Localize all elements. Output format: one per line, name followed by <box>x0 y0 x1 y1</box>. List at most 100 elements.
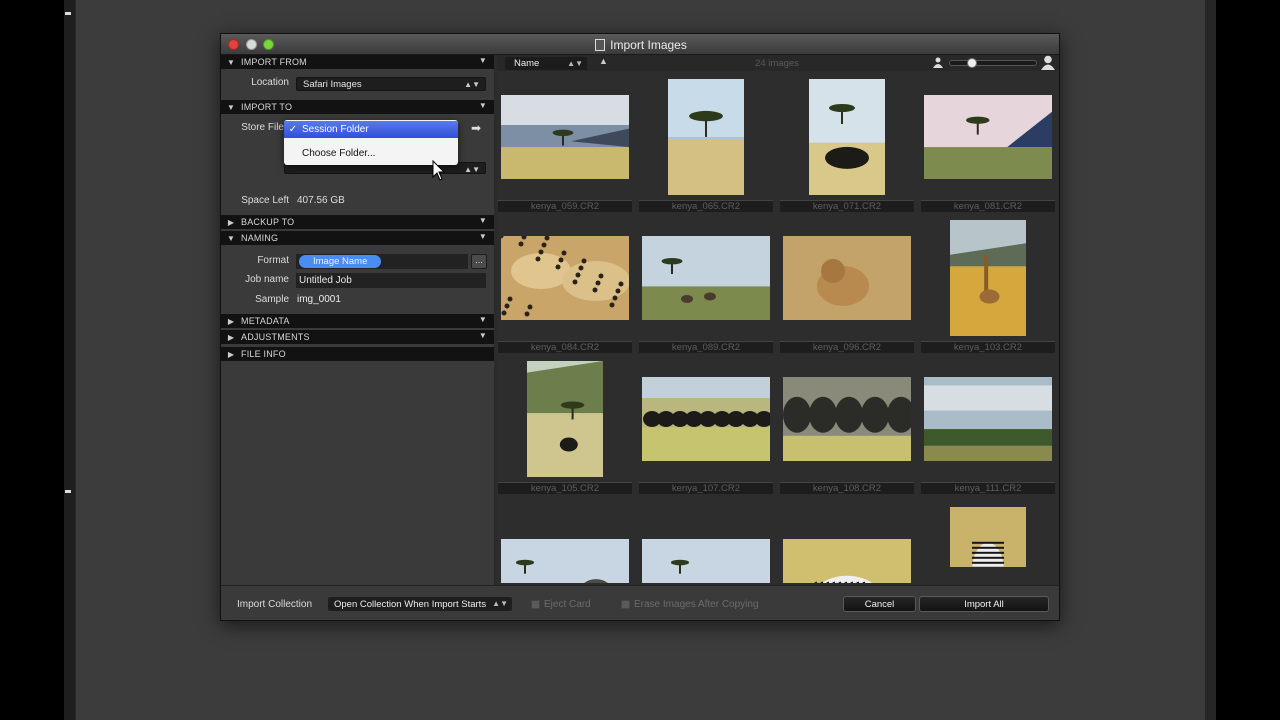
thumbnail-cell[interactable]: kenya_081.CR2 <box>920 74 1059 216</box>
thumbnail-cell[interactable]: kenya_059.CR2 <box>497 74 637 216</box>
photo-buffalo-tree <box>809 79 885 195</box>
format-label: Format <box>257 255 289 266</box>
section-file-info[interactable]: ▶ FILE INFO <box>221 347 494 361</box>
photo-acacia-tree <box>668 79 744 195</box>
photo-cheetahs <box>501 236 629 320</box>
background-app-edge <box>64 0 76 720</box>
image-thumbnail[interactable] <box>924 95 1052 179</box>
title-bar[interactable]: Import Images <box>221 34 1059 55</box>
section-menu-icon[interactable]: ▼ <box>479 331 487 340</box>
thumbnail-cell[interactable]: kenya_107.CR2 <box>638 356 778 498</box>
section-menu-icon[interactable]: ▼ <box>479 216 487 225</box>
format-field[interactable]: Image Name <box>296 254 468 269</box>
photo-zebra <box>783 539 911 583</box>
section-menu-icon[interactable]: ▼ <box>479 232 487 241</box>
image-thumbnail[interactable] <box>950 507 1026 567</box>
space-left-label: Space Left <box>241 195 289 206</box>
image-thumbnail[interactable] <box>809 79 885 195</box>
thumbnail-cell[interactable]: kenya_084.CR2 <box>497 215 637 357</box>
thumbnail-filename: kenya_096.CR2 <box>780 341 914 353</box>
image-thumbnail[interactable] <box>501 95 629 179</box>
thumbnail-filename: kenya_089.CR2 <box>639 341 773 353</box>
import-all-button[interactable]: Import All <box>919 596 1049 612</box>
image-thumbnail[interactable] <box>642 377 770 461</box>
thumbnail-cell[interactable]: kenya_071.CR2 <box>779 74 919 216</box>
image-thumbnail[interactable] <box>501 236 629 320</box>
import-settings-sidebar: ▼ IMPORT FROM ▼ Location Safari Images ▲… <box>221 55 494 585</box>
thumbnail-cell[interactable]: kenya_105.CR2 <box>497 356 637 498</box>
disclosure-closed-icon: ▶ <box>227 217 235 227</box>
left-black-bar <box>0 0 64 720</box>
section-menu-icon[interactable]: ▼ <box>479 101 487 110</box>
store-files-label: Store Files <box>241 122 289 133</box>
format-token-image-name[interactable]: Image Name <box>299 255 382 268</box>
background-app-edge-right <box>1205 0 1216 720</box>
image-thumbnail[interactable] <box>527 361 603 477</box>
disclosure-closed-icon: ▶ <box>227 349 235 359</box>
section-adjustments[interactable]: ▶ ADJUSTMENTS ▼ <box>221 330 494 344</box>
photo-giraffe <box>950 220 1026 336</box>
thumbnail-cell[interactable]: kenya_096.CR2 <box>779 215 919 357</box>
popup-arrows-icon: ▲▼ <box>567 59 583 68</box>
popup-arrows-icon: ▲▼ <box>464 165 480 174</box>
sample-value: img_0001 <box>297 294 341 305</box>
eject-card-checkbox[interactable] <box>531 600 540 609</box>
document-icon <box>595 38 606 51</box>
checkmark-icon: ✓ <box>288 124 298 135</box>
thumbnail-cell[interactable]: kenya_103.CR2 <box>920 215 1059 357</box>
thumbnail-filename: kenya_103.CR2 <box>921 341 1055 353</box>
photo-storm-landscape <box>501 95 629 179</box>
menu-item-session-folder[interactable]: ✓ Session Folder <box>284 121 458 138</box>
image-thumbnail[interactable] <box>783 539 911 583</box>
erase-images-checkbox[interactable] <box>621 600 630 609</box>
thumbnail-large-icon[interactable] <box>1041 55 1055 70</box>
section-naming[interactable]: ▼ NAMING ▼ <box>221 231 494 245</box>
popup-arrows-icon: ▲▼ <box>464 80 480 89</box>
window-title: Import Images <box>610 37 687 52</box>
photo-buffalo-herd <box>642 377 770 461</box>
photo-buffalo-closeup <box>783 377 911 461</box>
section-backup-to[interactable]: ▶ BACKUP TO ▼ <box>221 215 494 229</box>
image-thumbnail[interactable] <box>783 377 911 461</box>
thumbnail-size-slider[interactable] <box>949 58 1037 68</box>
import-images-window: Import Images ▼ IMPORT FROM ▼ Location S… <box>220 33 1060 621</box>
location-popup[interactable]: Safari Images ▲▼ <box>296 77 486 91</box>
section-import-to[interactable]: ▼ IMPORT TO ▼ <box>221 100 494 114</box>
image-thumbnail[interactable] <box>642 236 770 320</box>
thumbnail-filename: kenya_071.CR2 <box>780 200 914 212</box>
image-thumbnail[interactable] <box>501 539 629 583</box>
section-menu-icon[interactable]: ▼ <box>479 315 487 324</box>
image-thumbnail[interactable] <box>950 220 1026 336</box>
image-thumbnail[interactable] <box>642 539 770 583</box>
thumbnail-filename: kenya_111.CR2 <box>921 482 1055 494</box>
sort-ascending-icon[interactable]: ▲ <box>599 56 608 66</box>
popup-arrows-icon: ▲▼ <box>492 599 508 608</box>
slider-knob[interactable] <box>967 58 977 68</box>
thumbnail-cell[interactable]: kenya_065.CR2 <box>638 74 778 216</box>
arrow-right-icon[interactable]: ➡ <box>471 121 481 135</box>
edge-mark <box>65 12 71 15</box>
thumbnail-cell[interactable]: kenya_111.CR2 <box>920 356 1059 498</box>
disclosure-closed-icon: ▶ <box>227 332 235 342</box>
job-name-field[interactable]: Untitled Job <box>296 273 486 288</box>
thumbnail-filename: kenya_084.CR2 <box>498 341 632 353</box>
image-thumbnail[interactable] <box>924 377 1052 461</box>
section-import-from[interactable]: ▼ IMPORT FROM ▼ <box>221 55 494 69</box>
thumbnail-small-icon[interactable] <box>933 57 943 68</box>
disclosure-closed-icon: ▶ <box>227 316 235 326</box>
format-options-button[interactable]: ... <box>471 254 487 269</box>
image-thumbnail[interactable] <box>783 236 911 320</box>
location-label: Location <box>251 77 289 88</box>
image-count: 24 images <box>755 58 799 69</box>
job-name-label: Job name <box>245 274 289 285</box>
section-metadata[interactable]: ▶ METADATA ▼ <box>221 314 494 328</box>
photo-plains <box>924 377 1052 461</box>
import-collection-popup[interactable]: Open Collection When Import Starts ▲▼ <box>328 597 512 611</box>
thumbnail-cell[interactable]: kenya_089.CR2 <box>638 215 778 357</box>
section-menu-icon[interactable]: ▼ <box>479 56 487 65</box>
sort-by-popup[interactable]: Name ▲▼ <box>505 57 587 70</box>
photo-tree-horizon <box>924 95 1052 179</box>
image-thumbnail[interactable] <box>668 79 744 195</box>
thumbnail-cell[interactable]: kenya_108.CR2 <box>779 356 919 498</box>
cancel-button[interactable]: Cancel <box>843 596 916 612</box>
